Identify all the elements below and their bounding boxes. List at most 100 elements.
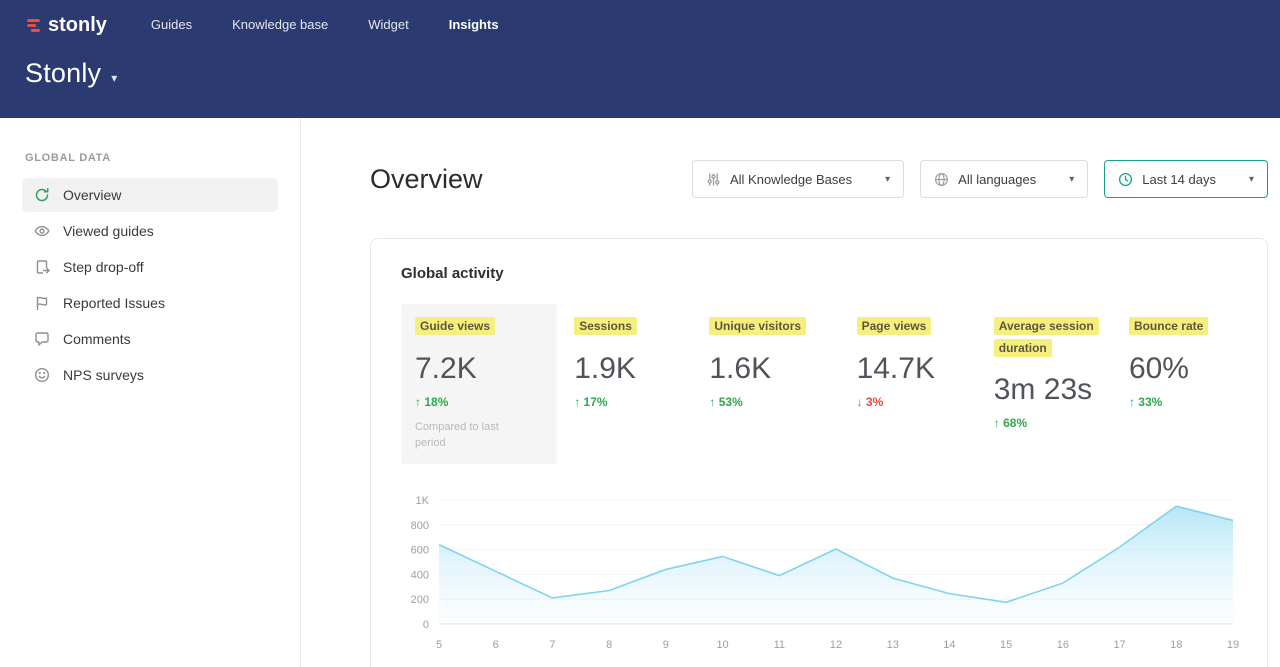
comment-bubble-icon <box>34 331 50 347</box>
metric-value: 3m 23s <box>994 373 1112 407</box>
date-range-filter-label: Last 14 days <box>1142 172 1216 187</box>
metric-label: Bounce rate <box>1129 317 1208 335</box>
metric-avg-session-duration[interactable]: Average session duration 3m 23s ↑ 68% <box>994 304 1112 442</box>
metric-page-views[interactable]: Page views 14.7K ↓ 3% <box>857 304 977 421</box>
knowledge-bases-filter-label: All Knowledge Bases <box>730 172 852 187</box>
svg-text:13: 13 <box>887 639 899 651</box>
activity-chart-svg: 02004006008001K5678910111213141516171819 <box>401 488 1239 656</box>
languages-filter[interactable]: All languages ▾ <box>920 160 1088 198</box>
sidebar-item-label: Viewed guides <box>63 223 154 239</box>
stonly-logo[interactable]: stonly <box>25 14 107 37</box>
flag-icon <box>34 295 50 311</box>
filters-bar: All Knowledge Bases ▾ All languages ▾ <box>692 160 1268 198</box>
sidebar-item-step-drop-off[interactable]: Step drop-off <box>22 250 278 284</box>
globe-icon <box>934 172 949 187</box>
clock-icon <box>1118 172 1133 187</box>
metric-value: 14.7K <box>857 352 977 386</box>
svg-text:16: 16 <box>1057 639 1069 651</box>
svg-text:11: 11 <box>774 639 785 651</box>
metric-note: Compared to last period <box>415 419 517 452</box>
sidebar-item-overview[interactable]: Overview <box>22 178 278 212</box>
global-activity-card: Global activity Guide views 7.2K ↑ 18% C… <box>370 238 1268 667</box>
metric-delta: ↑ 68% <box>994 416 1112 430</box>
metric-label: Page views <box>857 317 932 335</box>
overview-refresh-icon <box>34 187 50 203</box>
arrow-down-icon: ↓ <box>857 395 863 409</box>
main-content: Overview All Knowledge Bases ▾ <box>301 118 1280 667</box>
svg-text:17: 17 <box>1113 639 1125 651</box>
eye-icon <box>34 223 50 239</box>
sidebar-item-nps-surveys[interactable]: NPS surveys <box>22 358 278 392</box>
nav-item-knowledge-base[interactable]: Knowledge base <box>232 5 328 45</box>
stonly-logo-icon <box>25 17 42 34</box>
metric-label: Guide views <box>415 317 495 335</box>
nav-item-insights[interactable]: Insights <box>449 5 499 45</box>
metric-value: 1.6K <box>709 352 839 386</box>
metric-label: Average session duration <box>994 317 1099 357</box>
step-dropoff-icon <box>34 259 50 275</box>
workspace-selector[interactable]: Stonly ▾ <box>25 58 1255 89</box>
metric-delta: ↑ 18% <box>415 395 543 409</box>
chevron-down-icon: ▾ <box>1069 174 1074 185</box>
svg-text:19: 19 <box>1227 639 1239 651</box>
metric-delta: ↓ 3% <box>857 395 977 409</box>
metric-sessions[interactable]: Sessions 1.9K ↑ 17% <box>574 304 692 421</box>
svg-text:7: 7 <box>549 639 555 651</box>
svg-text:0: 0 <box>423 619 429 631</box>
sidebar-item-label: Overview <box>63 187 121 203</box>
metrics-row: Guide views 7.2K ↑ 18% Compared to last … <box>401 304 1237 464</box>
knowledge-bases-filter[interactable]: All Knowledge Bases ▾ <box>692 160 904 198</box>
date-range-filter[interactable]: Last 14 days ▾ <box>1104 160 1268 198</box>
svg-text:400: 400 <box>411 569 429 581</box>
chevron-down-icon: ▾ <box>885 174 890 185</box>
metric-value: 7.2K <box>415 352 543 386</box>
sidebar-item-label: Step drop-off <box>63 259 144 275</box>
metric-unique-visitors[interactable]: Unique visitors 1.6K ↑ 53% <box>709 304 839 421</box>
metric-delta: ↑ 53% <box>709 395 839 409</box>
svg-text:1K: 1K <box>416 495 430 507</box>
top-navigation: stonly Guides Knowledge base Widget Insi… <box>25 0 1255 40</box>
stonly-logo-text: stonly <box>48 14 107 37</box>
sliders-icon <box>706 172 721 187</box>
svg-text:600: 600 <box>411 544 429 556</box>
arrow-up-icon: ↑ <box>1129 395 1135 409</box>
page-title: Overview <box>370 164 483 195</box>
sidebar-item-comments[interactable]: Comments <box>22 322 278 356</box>
sidebar-item-label: NPS surveys <box>63 367 144 383</box>
metric-guide-views[interactable]: Guide views 7.2K ↑ 18% Compared to last … <box>401 304 557 464</box>
metric-delta: ↑ 33% <box>1129 395 1237 409</box>
metric-delta: ↑ 17% <box>574 395 692 409</box>
chevron-down-icon: ▾ <box>111 71 117 85</box>
nav-item-guides[interactable]: Guides <box>151 5 192 45</box>
activity-chart: 02004006008001K5678910111213141516171819 <box>401 488 1237 661</box>
sidebar-item-viewed-guides[interactable]: Viewed guides <box>22 214 278 248</box>
svg-text:5: 5 <box>436 639 442 651</box>
svg-text:12: 12 <box>830 639 842 651</box>
svg-text:8: 8 <box>606 639 612 651</box>
smiley-icon <box>34 367 50 383</box>
nav-item-widget[interactable]: Widget <box>368 5 408 45</box>
card-title: Global activity <box>401 265 1237 282</box>
sidebar-item-reported-issues[interactable]: Reported Issues <box>22 286 278 320</box>
svg-text:10: 10 <box>716 639 728 651</box>
svg-text:18: 18 <box>1170 639 1182 651</box>
metric-bounce-rate[interactable]: Bounce rate 60% ↑ 33% <box>1129 304 1237 421</box>
svg-text:6: 6 <box>493 639 499 651</box>
app-header: stonly Guides Knowledge base Widget Insi… <box>0 0 1280 118</box>
arrow-up-icon: ↑ <box>415 395 421 409</box>
arrow-up-icon: ↑ <box>574 395 580 409</box>
arrow-up-icon: ↑ <box>994 416 1000 430</box>
metric-value: 60% <box>1129 352 1237 386</box>
metric-label: Unique visitors <box>709 317 806 335</box>
svg-text:14: 14 <box>943 639 955 651</box>
languages-filter-label: All languages <box>958 172 1036 187</box>
svg-text:800: 800 <box>411 519 429 531</box>
svg-text:200: 200 <box>411 594 429 606</box>
sidebar: GLOBAL DATA Overview Viewed guides <box>0 118 301 667</box>
sidebar-item-label: Reported Issues <box>63 295 165 311</box>
metric-label: Sessions <box>574 317 637 335</box>
svg-text:15: 15 <box>1000 639 1012 651</box>
sidebar-item-label: Comments <box>63 331 131 347</box>
title-row: Overview All Knowledge Bases ▾ <box>370 160 1268 198</box>
content-shell: GLOBAL DATA Overview Viewed guides <box>0 118 1280 667</box>
